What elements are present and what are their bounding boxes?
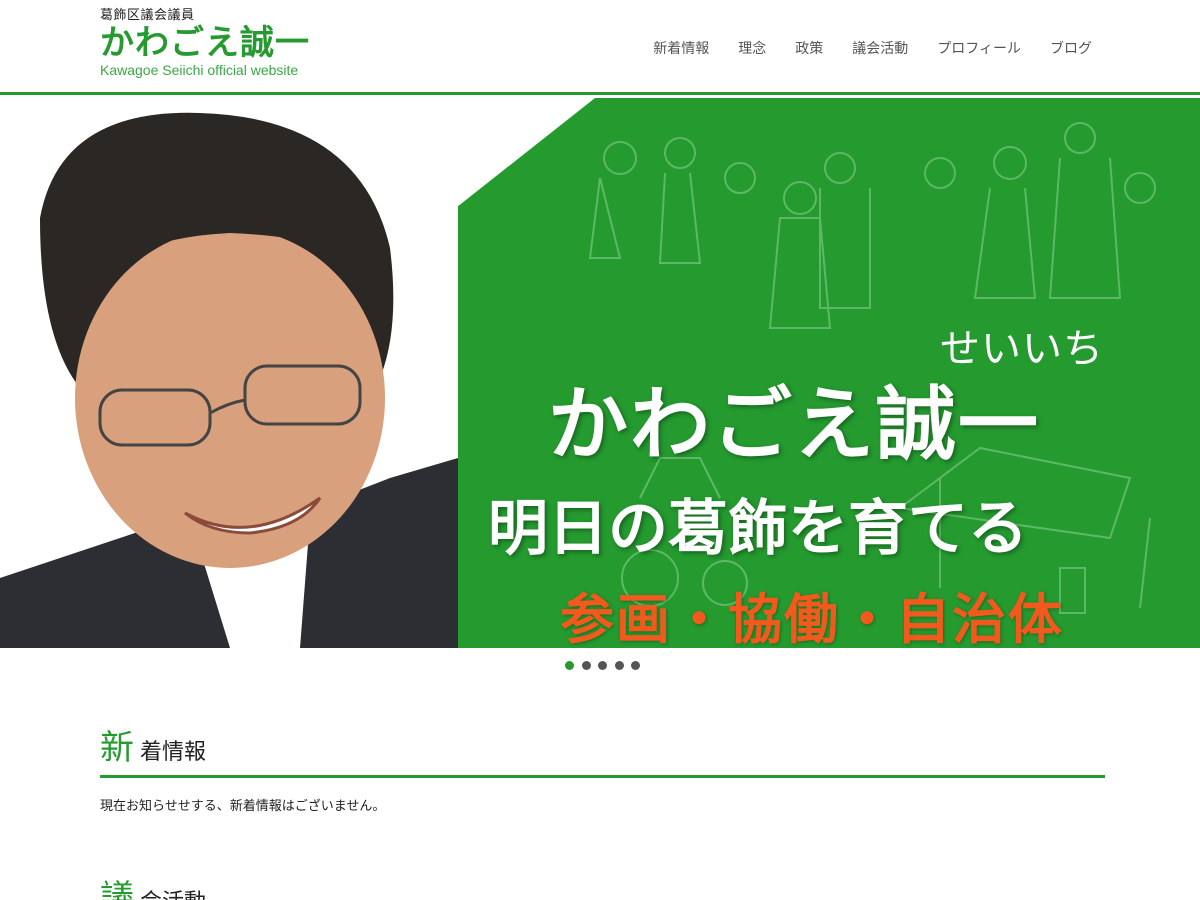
main-nav: 新着情報 理念 政策 議会活動 プロフィール ブログ xyxy=(624,38,1092,58)
logo-subtitle: 葛飾区議会議員 xyxy=(100,8,195,23)
slider-dot-3[interactable] xyxy=(598,661,607,670)
activities-section-title: 議 会活動 xyxy=(100,878,1105,900)
news-title-rest: 着情報 xyxy=(140,740,207,765)
nav-item-philosophy[interactable]: 理念 xyxy=(738,38,766,58)
news-section-title: 新 着情報 xyxy=(100,728,1105,778)
activities-title-first-char: 議 xyxy=(100,878,134,900)
site-header: 葛飾区議会議員 かわごえ誠一 Kawagoe Seiichi official … xyxy=(0,0,1200,95)
site-logo[interactable]: 葛飾区議会議員 かわごえ誠一 Kawagoe Seiichi official … xyxy=(100,8,310,78)
slider-dot-4[interactable] xyxy=(614,661,624,670)
hero-slide[interactable]: せいいち かわごえ誠一 明日の葛飾を育てる 参画・協働・自治体 xyxy=(0,98,1200,648)
logo-english: Kawagoe Seiichi official website xyxy=(100,62,299,78)
nav-item-council[interactable]: 議会活動 xyxy=(852,38,908,58)
slider-dots xyxy=(565,661,648,670)
news-title-first-char: 新 xyxy=(100,728,134,768)
slider-dot-5[interactable] xyxy=(631,661,640,670)
hero-tagline: 参画・協働・自治体 xyxy=(560,588,1064,648)
nav-item-policy[interactable]: 政策 xyxy=(795,38,823,58)
news-message: 現在お知らせせする、新着情報はございません。 xyxy=(100,799,386,814)
hero-name: かわごえ誠一 xyxy=(548,378,1040,471)
nav-item-news[interactable]: 新着情報 xyxy=(653,38,709,58)
logo-name: かわごえ誠一 xyxy=(100,23,310,63)
nav-item-blog[interactable]: ブログ xyxy=(1050,38,1092,58)
activities-title-rest: 会活動 xyxy=(140,888,206,900)
slider-dot-1[interactable] xyxy=(565,661,574,670)
nav-item-profile[interactable]: プロフィール xyxy=(937,38,1021,58)
slider-dot-2[interactable] xyxy=(581,661,591,670)
hero-slogan: 明日の葛飾を育てる xyxy=(488,494,1028,564)
